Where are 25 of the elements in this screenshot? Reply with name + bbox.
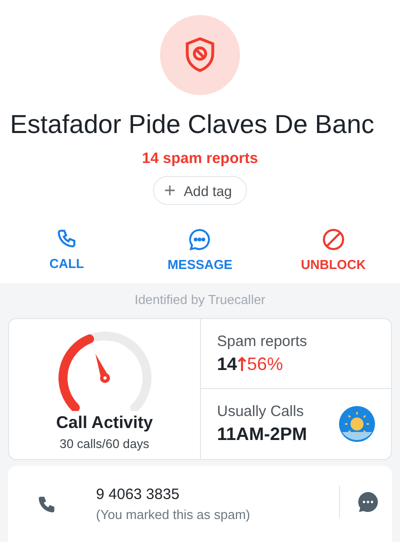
- chat-bubble-icon: [188, 228, 212, 251]
- chat-bubble-icon: [356, 490, 380, 514]
- spam-reports-label: Spam reports: [217, 332, 308, 350]
- spam-reports-count: 14: [217, 354, 238, 374]
- shield-block-icon: [183, 36, 217, 74]
- source-label: Identified by Truecaller: [134, 291, 266, 309]
- message-button[interactable]: [339, 486, 380, 518]
- phone-number: 9 4063 3835: [96, 486, 180, 503]
- contact-name: Estafador Pide Claves De Banc: [10, 109, 374, 140]
- add-tag-button[interactable]: + Add tag: [153, 176, 247, 205]
- message-button[interactable]: MESSAGE: [140, 227, 260, 273]
- usually-calls-label: Usually Calls: [217, 403, 305, 420]
- spam-change: 56%: [247, 354, 284, 374]
- up-arrow-icon: [237, 356, 248, 372]
- call-button[interactable]: CALL: [6, 227, 127, 273]
- spam-note: (You marked this as spam): [96, 507, 250, 522]
- activity-title: Call Activity: [56, 413, 153, 433]
- needle-icon: [94, 354, 110, 383]
- usual-call-time: 11AM-2PM: [217, 424, 308, 445]
- spam-count: 14 spam reports: [142, 150, 258, 167]
- phone-icon: [56, 228, 78, 250]
- block-icon: [322, 228, 345, 251]
- sun-icon: [339, 406, 375, 442]
- activity-subtitle: 30 calls/60 days: [60, 437, 150, 451]
- unblock-button[interactable]: UNBLOCK: [273, 227, 394, 273]
